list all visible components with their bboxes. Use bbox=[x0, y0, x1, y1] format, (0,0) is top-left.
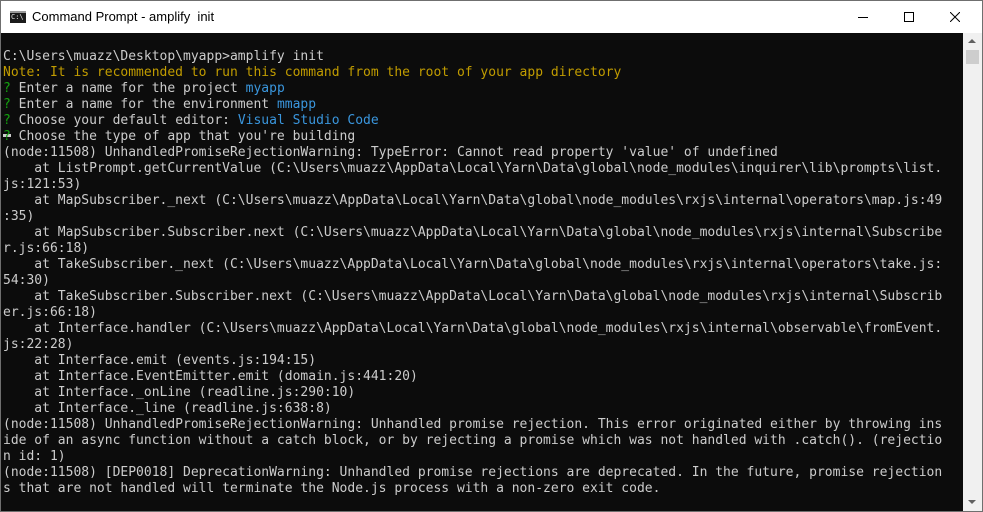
close-icon bbox=[950, 12, 960, 22]
output-line: ide of an async function without a catch… bbox=[3, 433, 943, 448]
scroll-down-arrow-icon[interactable] bbox=[968, 500, 976, 504]
prompt-marker: ? bbox=[3, 81, 11, 96]
output-line: (node:11508) UnhandledPromiseRejectionWa… bbox=[3, 417, 943, 432]
prompt-answer: mmapp bbox=[276, 97, 317, 112]
prompt-line: ? Enter a name for the project myapp bbox=[3, 81, 285, 97]
output-line: (node:11508) UnhandledPromiseRejectionWa… bbox=[3, 145, 778, 160]
vertical-scrollbar[interactable] bbox=[963, 33, 982, 511]
output-line: at ListPrompt.getCurrentValue (C:\Users\… bbox=[3, 161, 943, 176]
close-button[interactable] bbox=[932, 1, 978, 33]
output-line: (node:11508) [DEP0018] DeprecationWarnin… bbox=[3, 465, 943, 480]
output-line: at TakeSubscriber._next (C:\Users\muazz\… bbox=[3, 257, 943, 272]
note-line: Note: It is recommended to run this comm… bbox=[3, 65, 622, 80]
output-line: at MapSubscriber.Subscriber.next (C:\Use… bbox=[3, 225, 943, 240]
output-line: :35) bbox=[3, 209, 35, 224]
minimize-button[interactable] bbox=[840, 1, 886, 33]
prompt-marker: ? bbox=[3, 97, 11, 112]
scroll-up-arrow-icon[interactable] bbox=[968, 39, 976, 43]
output-line: s that are not handled will terminate th… bbox=[3, 481, 661, 496]
output-line: at TakeSubscriber.Subscriber.next (C:\Us… bbox=[3, 289, 943, 304]
prompt-line: ? Enter a name for the environment mmapp bbox=[3, 97, 316, 113]
output-line: r.js:66:18) bbox=[3, 241, 90, 256]
minimize-icon bbox=[858, 17, 868, 18]
output-line: n id: 1) bbox=[3, 449, 66, 464]
prompt-marker: ? bbox=[3, 113, 11, 128]
command-line: C:\Users\muazz\Desktop\myapp>amplify ini… bbox=[3, 49, 324, 64]
title-bar[interactable]: C:\ Command Prompt - amplify init bbox=[1, 1, 982, 33]
prompt-marker: ? bbox=[3, 129, 11, 144]
prompt-question: Enter a name for the project bbox=[10, 81, 246, 96]
output-line: at Interface._onLine (readline.js:290:10… bbox=[3, 385, 356, 400]
output-line: js:121:53) bbox=[3, 177, 82, 192]
output-line: at Interface.EventEmitter.emit (domain.j… bbox=[3, 369, 418, 384]
window-title: Command Prompt - amplify init bbox=[32, 9, 215, 24]
prompt-line: ? Choose your default editor: Visual Stu… bbox=[3, 113, 379, 129]
prompt-answer: myapp bbox=[245, 81, 285, 96]
console-output[interactable]: C:\Users\muazz\Desktop\myapp>amplify ini… bbox=[1, 33, 963, 511]
maximize-icon bbox=[904, 12, 914, 22]
prompt-question: Choose the type of app that you're build… bbox=[10, 129, 356, 144]
output-line: js:22:28) bbox=[3, 337, 74, 352]
command-prompt-window: C:\ Command Prompt - amplify init C:\Use… bbox=[0, 0, 983, 512]
prompt-question: Choose your default editor: bbox=[10, 113, 238, 128]
output-line: at MapSubscriber._next (C:\Users\muazz\A… bbox=[3, 193, 943, 208]
prompt-question: Enter a name for the environment bbox=[10, 97, 277, 112]
output-line: 54:30) bbox=[3, 273, 50, 288]
output-line: at Interface._line (readline.js:638:8) bbox=[3, 401, 332, 416]
output-line: er.js:66:18) bbox=[3, 305, 97, 320]
scroll-thumb[interactable] bbox=[966, 50, 979, 64]
command-prompt-icon[interactable]: C:\ bbox=[10, 11, 26, 23]
output-line: at Interface.emit (events.js:194:15) bbox=[3, 353, 317, 368]
maximize-button[interactable] bbox=[886, 1, 932, 33]
output-line: at Interface.handler (C:\Users\muazz\App… bbox=[3, 321, 943, 336]
prompt-answer: Visual Studio Code bbox=[237, 113, 379, 128]
prompt-line: ? Choose the type of app that you're bui… bbox=[3, 129, 355, 145]
